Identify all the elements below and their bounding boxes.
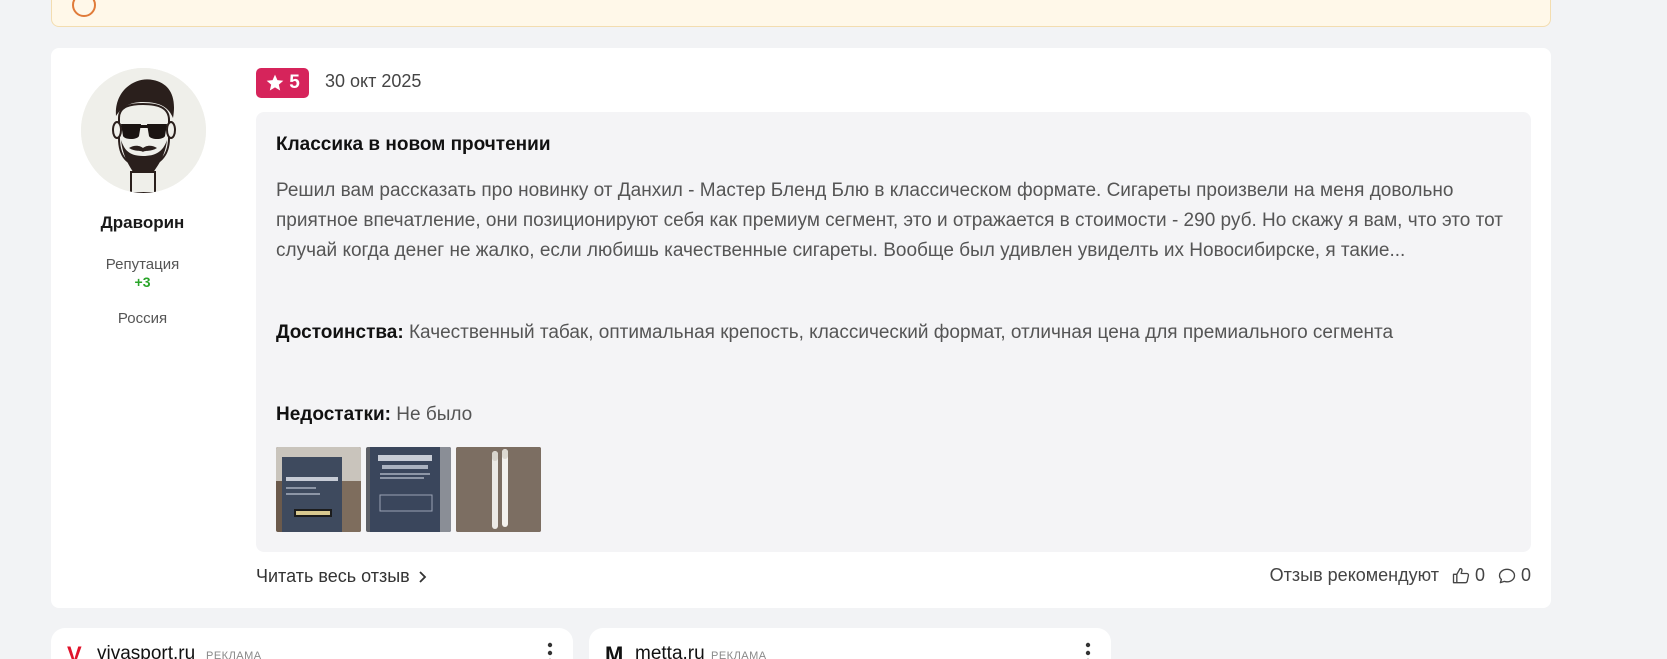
- like-count: 0: [1474, 565, 1485, 585]
- comment-icon: [1498, 568, 1516, 583]
- ad-card[interactable]: M metta.ru РЕКЛАМА: [589, 628, 1111, 659]
- cons-text: Не было: [396, 404, 473, 425]
- more-vertical-icon[interactable]: [547, 642, 553, 659]
- ad-logo: V: [67, 642, 82, 659]
- photo-image: [456, 447, 541, 532]
- ad-logo: M: [605, 642, 624, 659]
- like-button[interactable]: 0: [1451, 565, 1485, 586]
- review-content: Классика в новом прочтении Решил вам рас…: [256, 112, 1531, 552]
- info-icon: [72, 0, 96, 17]
- more-vertical-icon[interactable]: [1085, 642, 1091, 659]
- review-title[interactable]: Классика в новом прочтении: [276, 134, 551, 156]
- pros-text: Качественный табак, оптимальная крепость…: [408, 322, 1394, 343]
- ad-label: РЕКЛАМА: [206, 650, 262, 659]
- photo-thumbnail[interactable]: [456, 447, 541, 532]
- ad-card[interactable]: V vivasport.ru РЕКЛАМА: [51, 628, 573, 659]
- reputation-value: +3: [134, 274, 151, 290]
- review-actions: Отзыв рекомендуют 0 0: [1270, 565, 1531, 586]
- reputation-label: Репутация: [105, 256, 180, 273]
- avatar[interactable]: [81, 68, 206, 193]
- chevron-right-icon: [419, 570, 426, 583]
- pros-label: Достоинства:: [276, 322, 404, 343]
- ad-label: РЕКЛАМА: [711, 650, 767, 659]
- ad-domain[interactable]: vivasport.ru: [97, 643, 195, 659]
- notice-banner: [51, 0, 1551, 27]
- rating-badge: 5: [256, 68, 309, 98]
- read-full-review-link[interactable]: Читать весь отзыв: [256, 566, 428, 587]
- photo-thumbnail[interactable]: [366, 447, 451, 532]
- comments-button[interactable]: 0: [1497, 565, 1531, 586]
- photo-image: [276, 447, 361, 532]
- rating-value: 5: [289, 72, 300, 93]
- thumbs-up-icon: [1452, 567, 1470, 583]
- cons-label: Недостатки:: [276, 404, 391, 425]
- star-icon: [266, 74, 284, 91]
- review-cons: Недостатки: Не было: [276, 400, 1516, 430]
- photo-thumbnails: [276, 447, 541, 532]
- ad-domain[interactable]: metta.ru: [635, 643, 705, 659]
- author-name[interactable]: Драворин: [51, 213, 234, 233]
- review-card: Драворин Репутация +3 Россия 5 30 окт 20…: [51, 48, 1551, 608]
- review-date: 30 окт 2025: [325, 71, 422, 91]
- recommend-label: Отзыв рекомендуют: [1269, 565, 1439, 585]
- review-pros: Достоинства: Качественный табак, оптимал…: [276, 318, 1516, 348]
- comment-count: 0: [1520, 565, 1531, 585]
- photo-thumbnail[interactable]: [276, 447, 361, 532]
- review-text[interactable]: Решил вам рассказать про новинку от Данх…: [276, 176, 1516, 266]
- photo-image: [366, 447, 451, 532]
- read-full-review-label: Читать весь отзыв: [256, 566, 410, 586]
- author-country: Россия: [117, 310, 168, 327]
- avatar-image: [81, 68, 206, 193]
